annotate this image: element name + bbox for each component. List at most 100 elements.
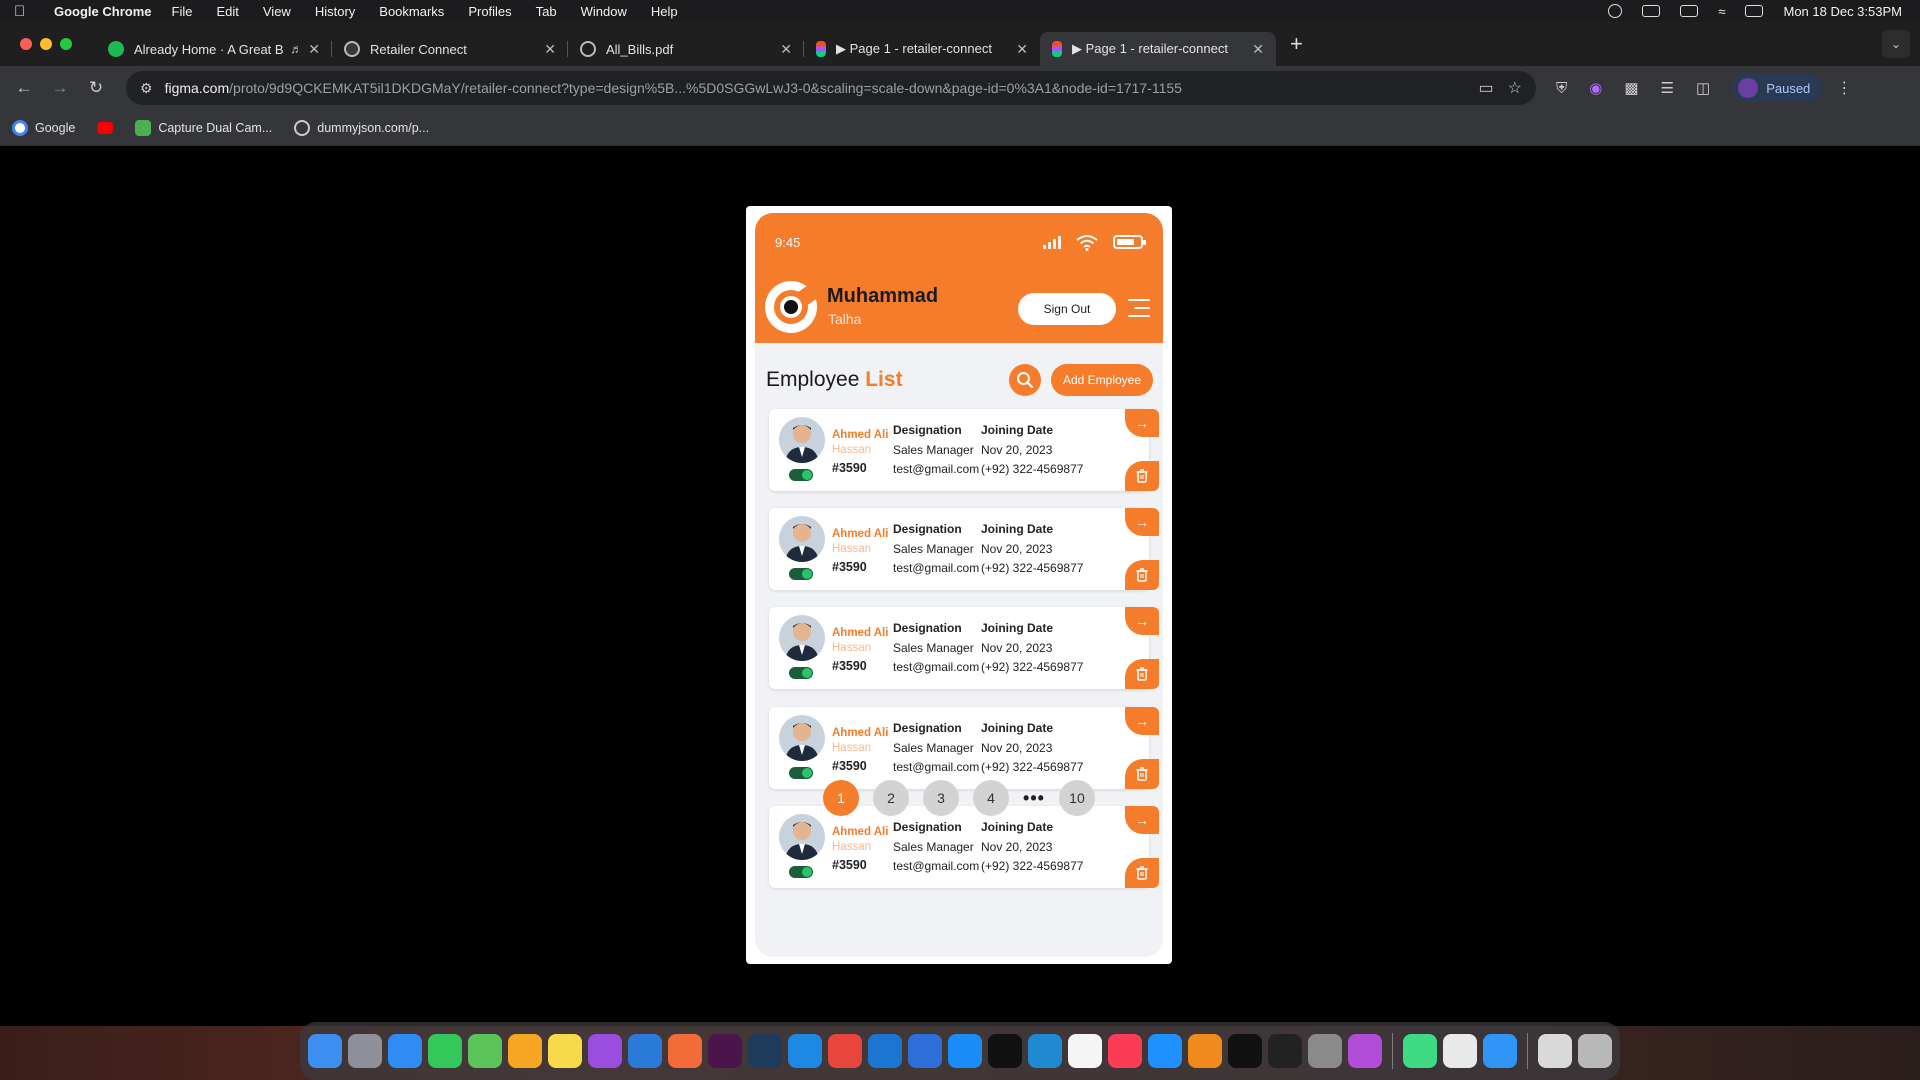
control-center-icon[interactable] [1745,5,1764,17]
zoom-window-button[interactable] [60,38,72,50]
close-tab-icon[interactable]: ✕ [308,41,320,58]
app-name-menu[interactable]: Google Chrome [54,4,152,19]
media-controls-icon[interactable]: ☰ [1661,79,1674,97]
status-toggle[interactable] [789,667,813,679]
cast-icon[interactable]: ▭ [1479,78,1494,98]
documents-folder-icon[interactable] [1538,1034,1572,1068]
add-employee-button[interactable]: Add Employee [1051,364,1153,396]
site-info-icon[interactable]: ⚙ [140,80,153,97]
hamburger-menu-icon[interactable] [1128,297,1150,319]
android-studio-icon[interactable] [1403,1034,1437,1068]
mail-icon[interactable] [388,1034,422,1068]
menu-window[interactable]: Window [581,4,627,19]
menu-edit[interactable]: Edit [216,4,238,19]
search-button[interactable] [1009,364,1041,396]
notes-icon[interactable] [548,1034,582,1068]
menu-history[interactable]: History [315,4,355,19]
delete-employee-button[interactable] [1125,560,1159,590]
browser-tab-all-bills[interactable]: All_Bills.pdf ✕ [568,32,804,66]
freeform-icon[interactable] [628,1034,662,1068]
browser-tab-figma-2-active[interactable]: ▶ Page 1 - retailer-connect ✕ [1040,32,1276,66]
delete-employee-button[interactable] [1125,461,1159,491]
status-toggle[interactable] [789,469,813,481]
iterm-icon[interactable] [1268,1034,1302,1068]
system-settings-icon[interactable] [1308,1034,1342,1068]
bookmark-dummyjson[interactable]: dummyjson.com/p... [294,119,429,136]
bookmark-youtube[interactable] [97,121,114,134]
calendar-icon[interactable] [1068,1034,1102,1068]
browser-menu-icon[interactable]: ⋮ [1836,78,1852,98]
view-employee-button[interactable]: → [1125,607,1159,635]
page-button-last[interactable]: 10 [1058,780,1095,816]
view-employee-button[interactable]: → [1125,409,1159,437]
profile-paused-button[interactable]: Paused [1732,74,1823,102]
safari-icon[interactable] [788,1034,822,1068]
page-button-4[interactable]: 4 [973,780,1010,816]
reload-icon[interactable]: ↻ [78,78,114,98]
side-panel-icon[interactable]: ◫ [1696,79,1710,97]
menu-profiles[interactable]: Profiles [468,4,511,19]
podcasts-icon[interactable] [588,1034,622,1068]
bookmark-capture-dual-cam[interactable]: Capture Dual Cam... [135,119,272,136]
bookmark-star-icon[interactable]: ☆ [1508,78,1522,98]
wifi-icon[interactable]: ≈ [1718,4,1725,19]
app-store-alt-icon[interactable] [1483,1034,1517,1068]
extensions-puzzle-icon[interactable]: ▩ [1624,79,1638,97]
tab-search-chevron-icon[interactable]: ⌄ [1882,30,1910,58]
close-tab-icon[interactable]: ✕ [1016,41,1028,58]
launchpad-icon[interactable] [348,1034,382,1068]
status-toggle[interactable] [789,568,813,580]
page-button-2[interactable]: 2 [873,780,910,816]
view-employee-button[interactable]: → [1125,707,1159,735]
simulator-icon[interactable] [908,1034,942,1068]
back-arrow-icon[interactable]: ← [6,78,42,98]
sign-out-button[interactable]: Sign Out [1018,293,1116,325]
close-tab-icon[interactable]: ✕ [544,41,556,58]
swift-playgrounds-icon[interactable] [668,1034,702,1068]
audio-playing-icon[interactable]: ♬ [290,42,302,56]
chrome-icon[interactable] [828,1034,862,1068]
menu-view[interactable]: View [263,4,291,19]
browser-tab-spotify[interactable]: Already Home · A Great B ♬ ✕ [96,32,332,66]
facetime-icon[interactable] [428,1034,462,1068]
address-bar[interactable]: ⚙ figma.com /proto/9d9QCKEMKAT5il1DKDGMa… [126,71,1536,105]
textedit-icon[interactable] [1443,1034,1477,1068]
finder-icon[interactable] [308,1034,342,1068]
battery-status-icon[interactable] [1680,5,1699,17]
apple-tv-icon[interactable] [1228,1034,1262,1068]
browser-tab-retailer-connect[interactable]: Retailer Connect ✕ [332,32,568,66]
screen-recording-icon[interactable] [1608,4,1623,18]
menu-file[interactable]: File [172,4,193,19]
delete-employee-button[interactable] [1125,858,1159,888]
page-button-1[interactable]: 1 [823,780,860,816]
app-store-icon[interactable] [948,1034,982,1068]
vscode-icon[interactable] [1028,1034,1062,1068]
bookmark-google[interactable]: Google [12,119,75,136]
new-tab-button[interactable]: + [1290,31,1303,57]
menu-bookmarks[interactable]: Bookmarks [379,4,444,19]
delete-employee-button[interactable] [1125,659,1159,689]
trash-icon[interactable] [1578,1034,1612,1068]
feedback-icon[interactable] [1348,1034,1382,1068]
terminal-icon[interactable] [988,1034,1022,1068]
menubar-clock[interactable]: Mon 18 Dec 3:53PM [1783,4,1902,19]
vlc-icon[interactable] [1188,1034,1222,1068]
testflight-icon[interactable] [1148,1034,1182,1068]
maps-icon[interactable] [468,1034,502,1068]
minimize-window-button[interactable] [40,38,52,50]
slack-icon[interactable] [708,1034,742,1068]
shield-extension-icon[interactable]: ⛨ [1556,80,1567,97]
music-icon[interactable] [1108,1034,1142,1068]
browser-tab-figma-1[interactable]: ▶ Page 1 - retailer-connect ✕ [804,32,1040,66]
close-tab-icon[interactable]: ✕ [1252,41,1264,58]
status-toggle[interactable] [789,866,813,878]
close-tab-icon[interactable]: ✕ [780,41,792,58]
forward-arrow-icon[interactable]: → [42,78,78,98]
menu-help[interactable]: Help [651,4,678,19]
status-toggle[interactable] [789,767,813,779]
xcode-icon[interactable] [868,1034,902,1068]
extension-purple-icon[interactable]: ◉ [1589,79,1602,97]
display-icon[interactable] [1642,5,1661,17]
menu-tab[interactable]: Tab [536,4,557,19]
quicktime-icon[interactable] [748,1034,782,1068]
